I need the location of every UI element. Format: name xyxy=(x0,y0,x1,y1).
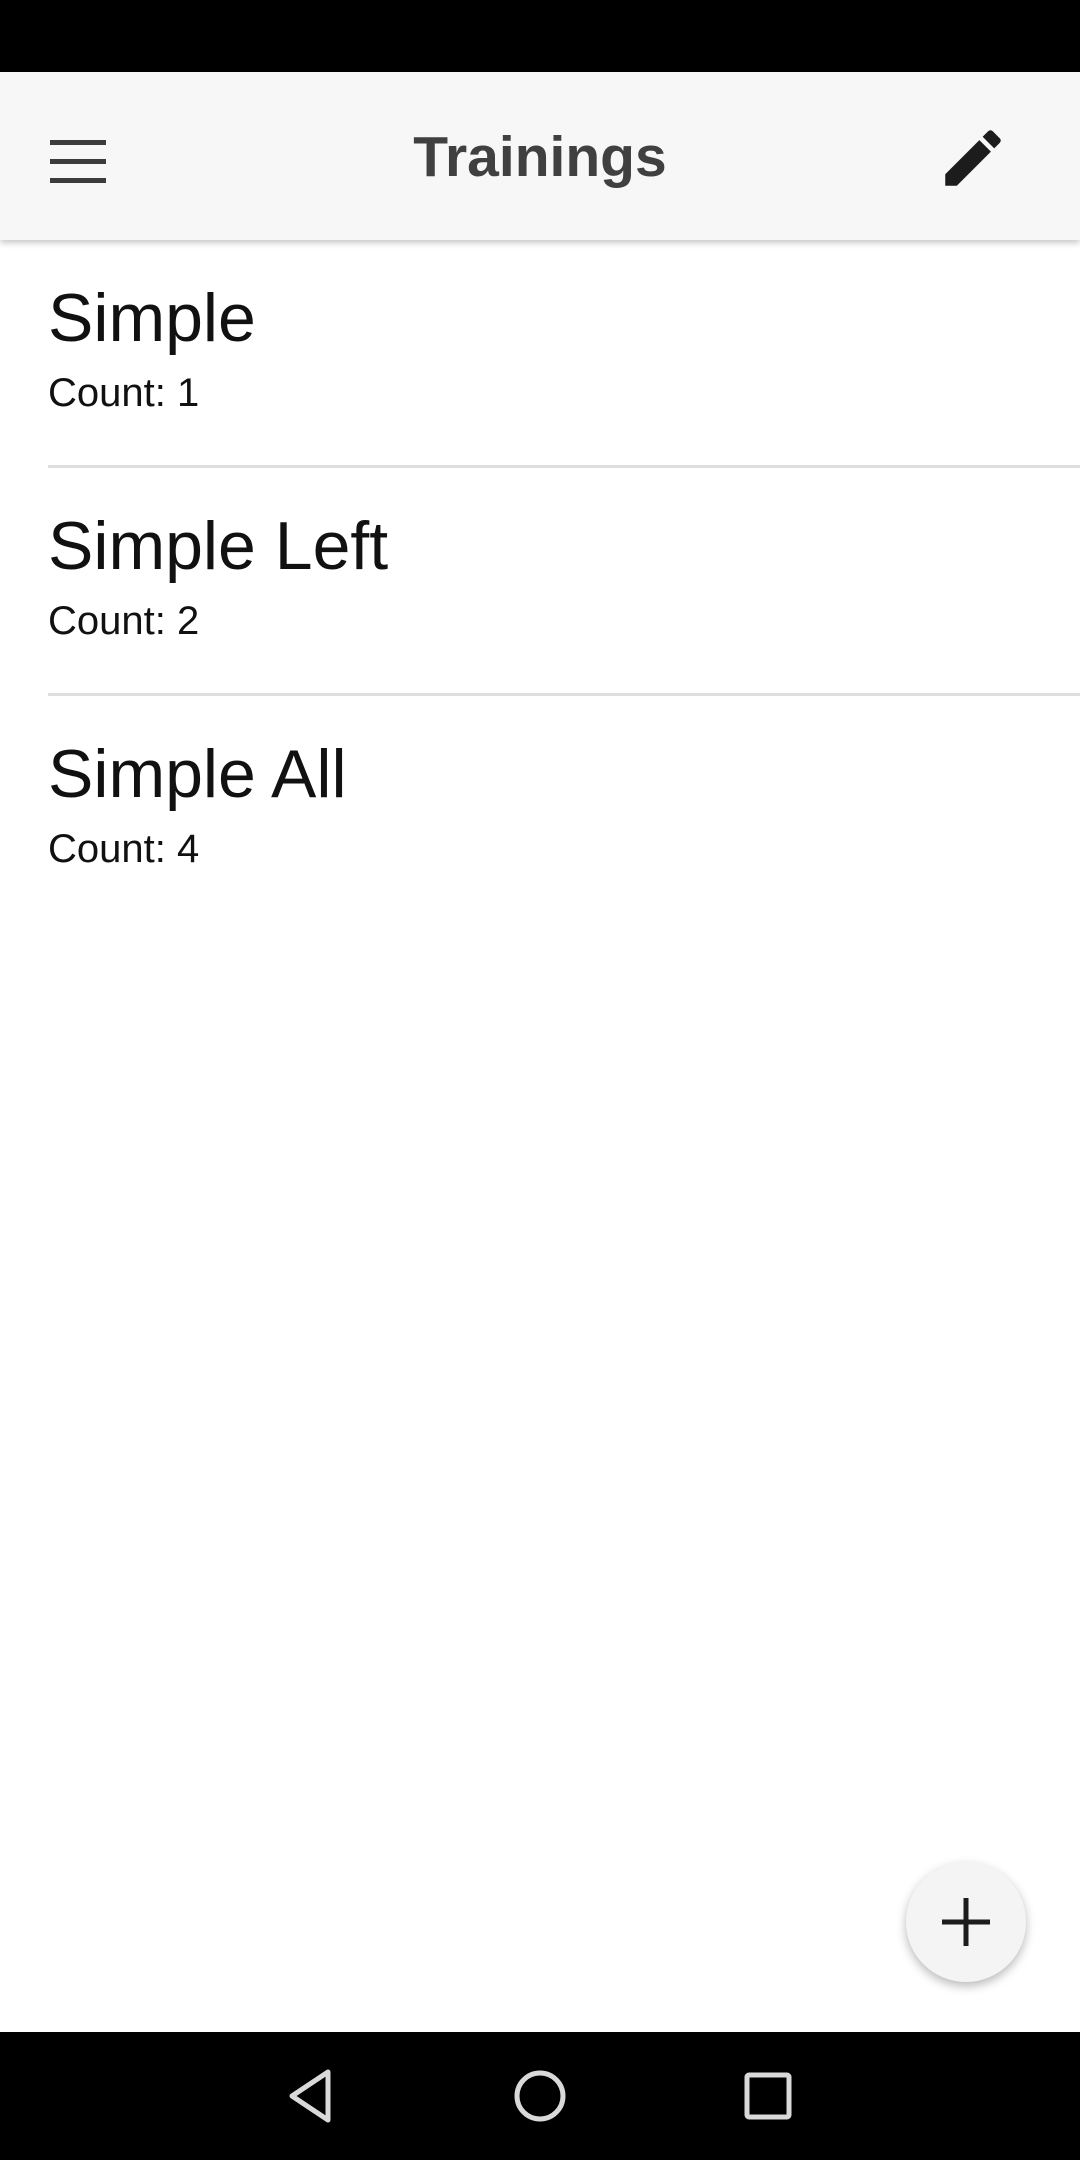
training-item-simple[interactable]: Simple Count: 1 xyxy=(0,240,1080,468)
training-count: Count: 2 xyxy=(48,599,200,643)
pencil-icon xyxy=(945,130,1001,186)
nav-recents-button[interactable] xyxy=(728,2056,808,2136)
system-navigation-bar xyxy=(0,2032,1080,2160)
add-training-button[interactable] xyxy=(906,1862,1026,1982)
training-count: Count: 1 xyxy=(48,371,200,415)
nav-home-button[interactable] xyxy=(500,2056,580,2136)
training-name: Simple Left xyxy=(48,508,389,584)
training-count: Count: 4 xyxy=(48,827,200,871)
back-triangle-icon xyxy=(289,2069,331,2123)
plus-icon xyxy=(942,1898,990,1946)
training-item-simple-left[interactable]: Simple Left Count: 2 xyxy=(0,468,1080,696)
recents-square-icon xyxy=(744,2072,792,2120)
training-list: Simple Count: 1 Simple Left Count: 2 Sim… xyxy=(0,240,1080,924)
training-item-simple-all[interactable]: Simple All Count: 4 xyxy=(0,696,1080,924)
home-circle-icon xyxy=(514,2070,566,2122)
training-name: Simple All xyxy=(48,736,347,812)
status-bar xyxy=(0,0,1080,72)
training-name: Simple xyxy=(48,280,256,356)
nav-back-button[interactable] xyxy=(270,2056,350,2136)
app-bar: Trainings xyxy=(0,72,1080,240)
edit-button[interactable] xyxy=(923,108,1023,208)
screen: Trainings Simple Count: 1 Simple Left Co… xyxy=(0,0,1080,2160)
page-title: Trainings xyxy=(413,125,667,189)
